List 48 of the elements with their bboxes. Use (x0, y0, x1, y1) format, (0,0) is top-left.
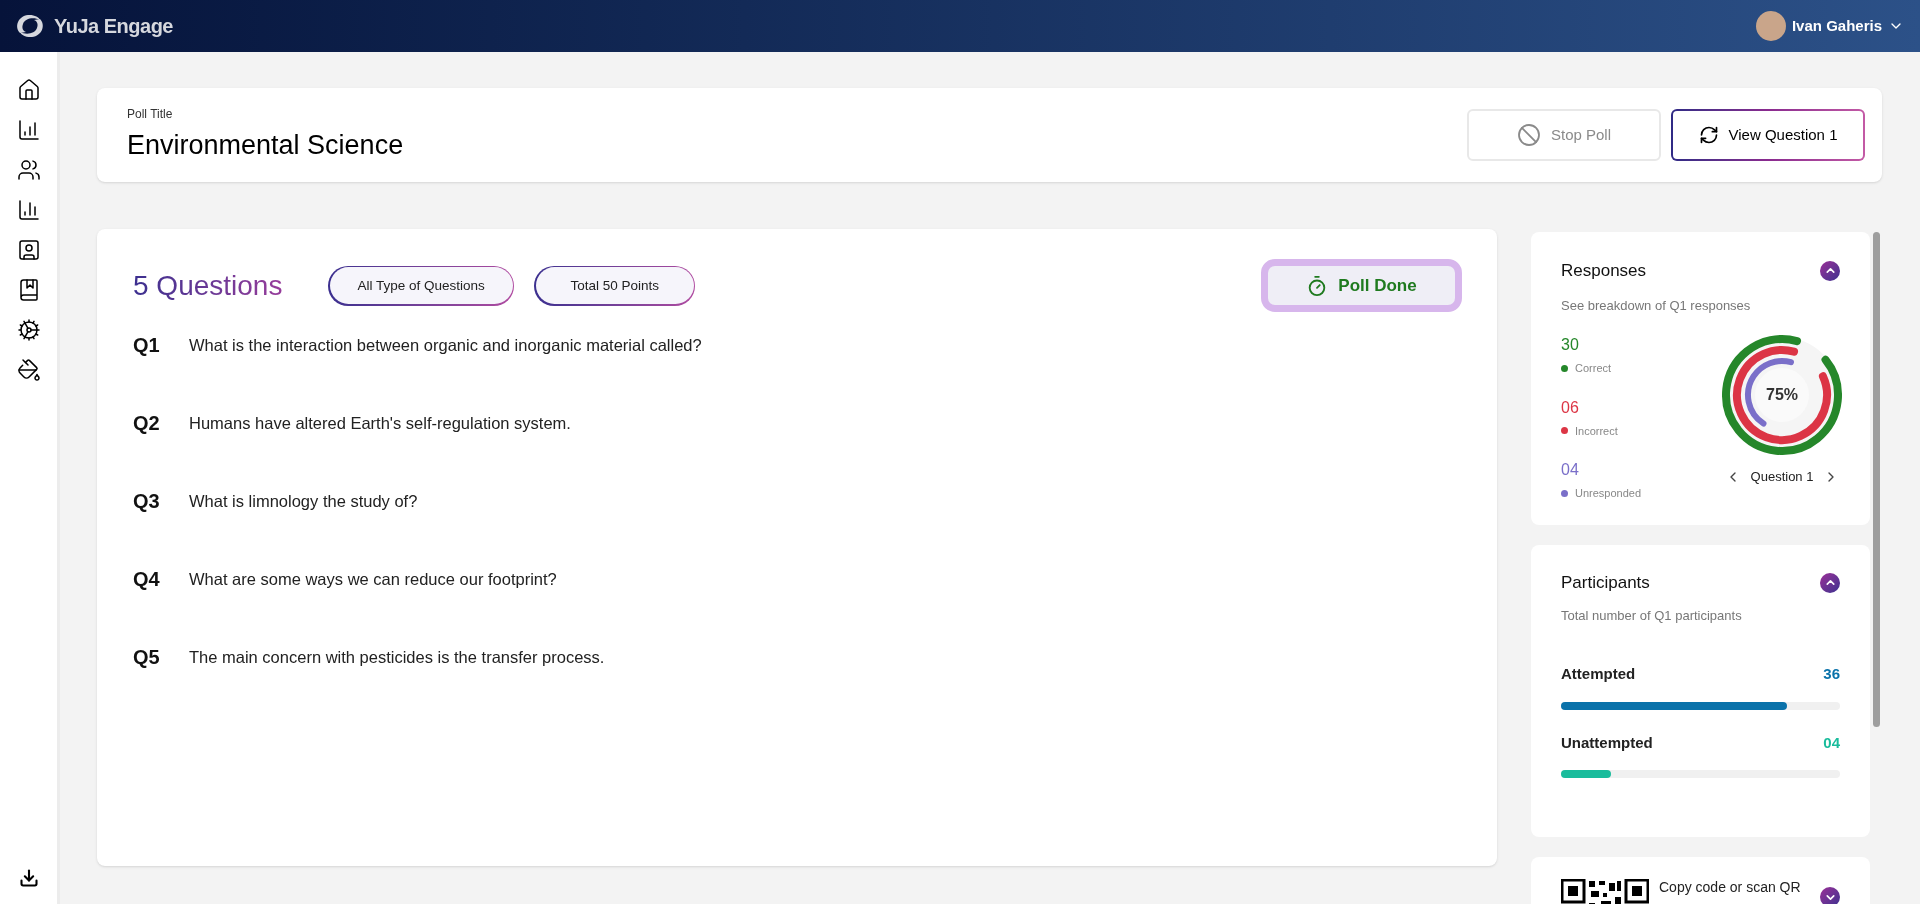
tag-pill: All Type of Questions (328, 265, 515, 306)
response-count: 06 (1561, 397, 1580, 418)
participant-label: Unattempted (1561, 732, 1653, 753)
home-icon[interactable] (16, 78, 41, 102)
response-count: 04 (1561, 460, 1580, 480)
card-title: Participants (1561, 572, 1650, 594)
question-text[interactable]: What is the interaction between organic and inorganic material called? (189, 332, 702, 358)
question-text[interactable]: What are some ways we can reduce our footprint? (189, 566, 557, 592)
donut-percentage: 75% (1765, 385, 1799, 405)
card-subtitle: See breakdown of Q1 responses (1561, 296, 1752, 315)
question-number: Q3 (133, 489, 161, 514)
poll-done-button[interactable]: Poll Done (1261, 259, 1462, 312)
question-number: Q5 (133, 645, 161, 670)
paint-bucket-icon[interactable] (16, 358, 41, 382)
poll-title: Environmental Science (127, 128, 404, 162)
participant-label: Attempted (1561, 664, 1636, 684)
poll-title-label: Poll Title (127, 105, 174, 123)
collapse-toggle[interactable] (1820, 260, 1840, 281)
question-text[interactable]: The main concern with pesticides is the transfer process. (189, 644, 605, 670)
collapse-toggle[interactable] (1820, 887, 1840, 904)
question-number: Q2 (133, 411, 161, 436)
app-name: YuJa Engage (54, 14, 173, 39)
stop-icon (1516, 123, 1541, 147)
user-menu[interactable]: Ivan Gaheris (1755, 11, 1904, 41)
card-subtitle: Total number of Q1 participants (1561, 606, 1743, 625)
response-count: 30 (1561, 335, 1580, 355)
collapse-toggle[interactable] (1820, 572, 1840, 593)
question-text[interactable]: Humans have altered Earth's self-regulation system. (189, 410, 571, 436)
download-icon[interactable] (18, 868, 39, 888)
portrait-icon[interactable] (16, 238, 41, 262)
legend-label: Unresponded (1575, 486, 1642, 501)
participant-count: 04 (1823, 732, 1840, 753)
legend-label: Incorrect (1575, 423, 1618, 439)
question-number: Q4 (133, 567, 161, 592)
question-nav-label: Question 1 (1750, 468, 1814, 486)
question-number: Q1 (133, 333, 161, 358)
view-question-button[interactable]: View Question 1 (1671, 109, 1865, 161)
question-text[interactable]: What is limnology the study of? (189, 488, 418, 514)
scrollbar[interactable] (1873, 232, 1880, 727)
users-icon[interactable] (16, 158, 41, 182)
participant-count: 36 (1823, 664, 1840, 684)
join-instruction: Copy code or scan QR (1659, 879, 1801, 895)
card-title: Responses (1561, 260, 1647, 282)
avatar (1755, 11, 1786, 41)
refresh-icon (1698, 125, 1719, 145)
tag-pill: Total 50 Points (534, 265, 696, 306)
legend-label: Correct (1575, 361, 1612, 376)
bar-chart-icon[interactable] (16, 198, 41, 222)
